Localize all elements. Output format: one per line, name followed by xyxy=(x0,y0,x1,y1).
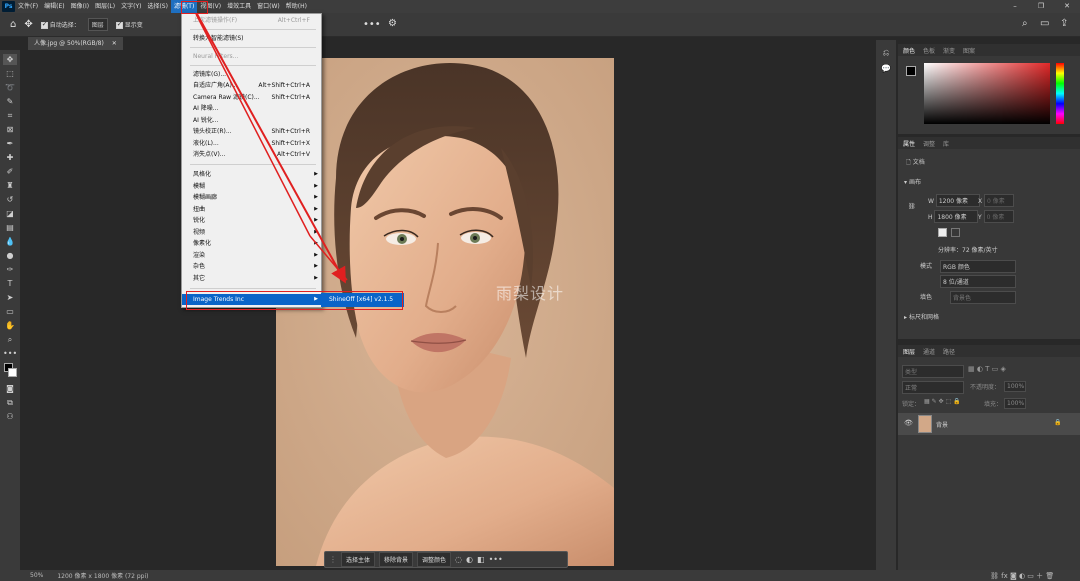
annotation-arrows xyxy=(195,13,348,284)
